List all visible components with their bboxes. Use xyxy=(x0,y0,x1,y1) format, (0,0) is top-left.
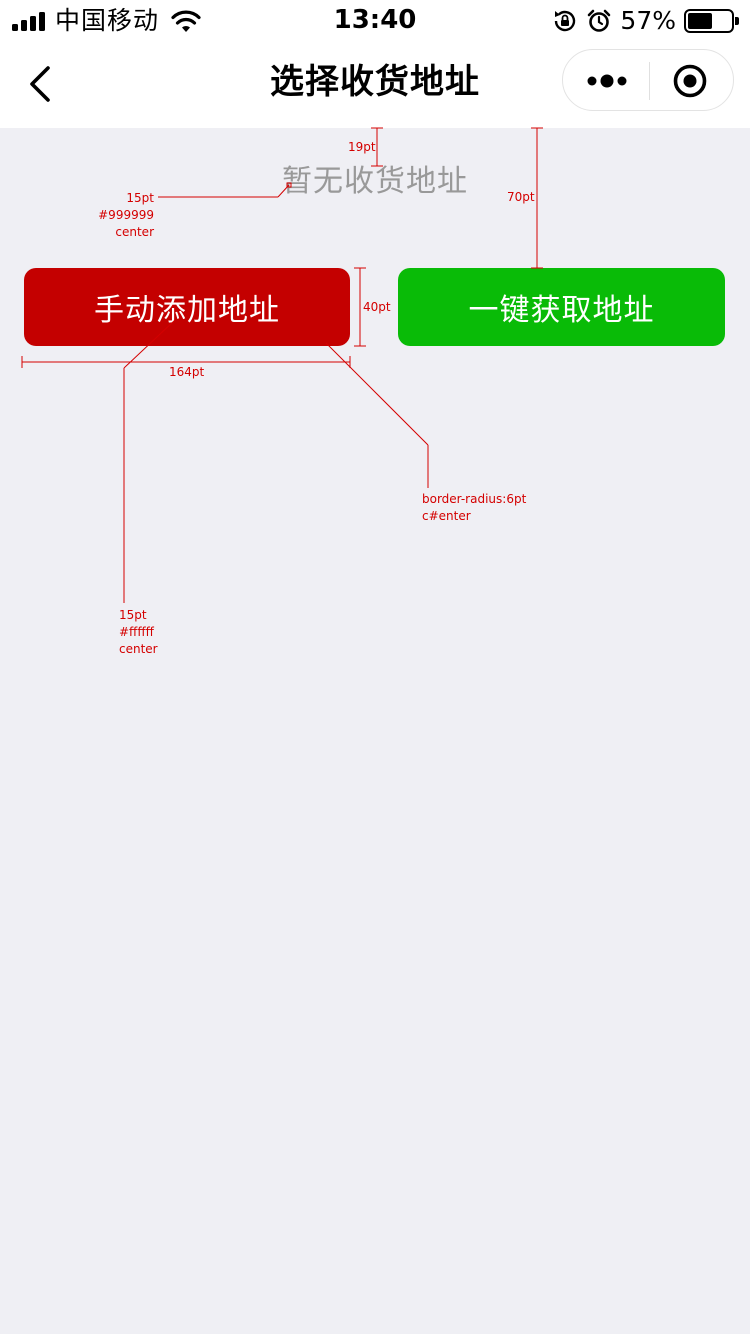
annotation-border-radius: border-radius:6pt xyxy=(422,492,527,506)
add-address-manually-button[interactable]: 手动添加地址 xyxy=(24,268,350,346)
annotation-button-text-align: center xyxy=(119,642,158,656)
annotation-empty-font-size: 15pt xyxy=(126,191,154,205)
mini-program-capsule xyxy=(562,49,734,111)
battery-fill xyxy=(688,12,712,29)
annotation-button-align: c#enter xyxy=(422,509,471,523)
status-right: 57% xyxy=(552,6,739,35)
annotation-button-color: #ffffff xyxy=(119,625,154,639)
annotation-empty-align: center xyxy=(115,225,154,239)
target-icon[interactable] xyxy=(673,64,707,98)
capsule-divider xyxy=(649,62,650,100)
annotation-button-width: 164pt xyxy=(169,365,205,379)
one-click-get-address-button[interactable]: 一键获取地址 xyxy=(398,268,725,346)
annotation-button-gap: 70pt xyxy=(507,190,535,204)
battery-percent: 57% xyxy=(620,6,676,35)
annotation-button-font-size: 15pt xyxy=(119,608,147,622)
alarm-icon xyxy=(588,9,611,32)
annotation-top-gap: 19pt xyxy=(348,140,376,154)
annotation-button-height: 40pt xyxy=(363,300,391,314)
status-bar: 中国移动 13:40 57% xyxy=(0,0,750,40)
navigation-bar: 选择收货地址 xyxy=(0,40,750,128)
battery-icon xyxy=(684,8,739,33)
more-dots-icon[interactable] xyxy=(587,71,627,91)
annotation-empty-color: #999999 xyxy=(98,208,154,222)
rotation-lock-icon xyxy=(555,10,576,31)
